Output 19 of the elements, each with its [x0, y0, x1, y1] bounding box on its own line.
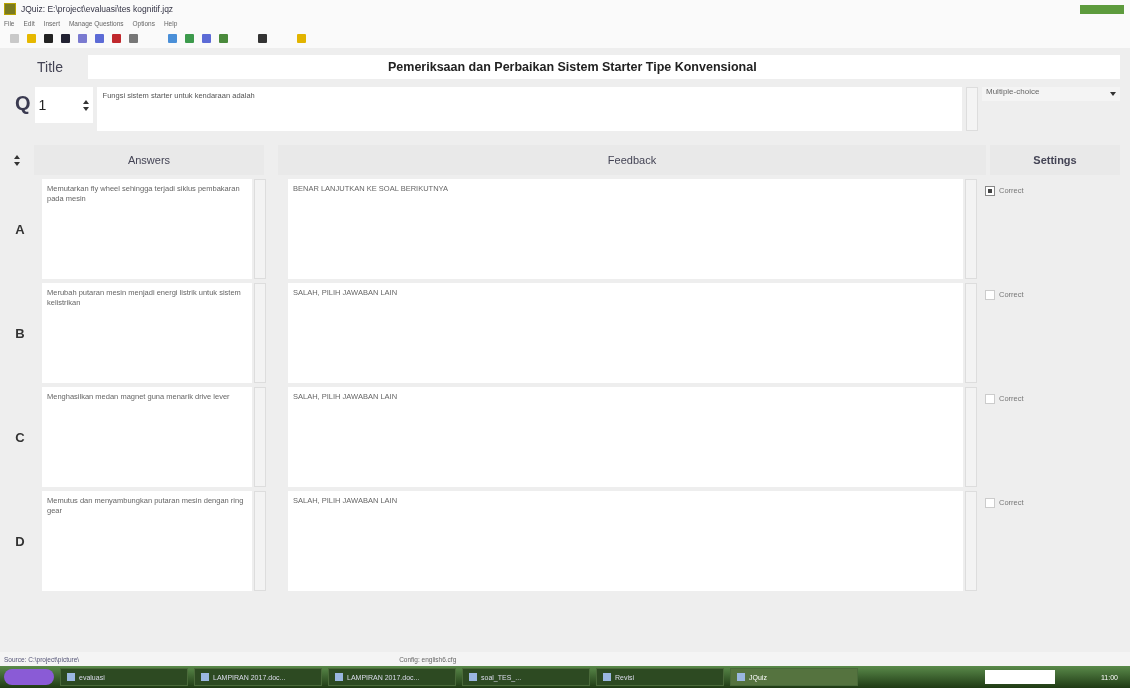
feedback-header: Feedback	[278, 145, 986, 175]
app-icon	[4, 3, 16, 15]
settings-header: Settings	[990, 145, 1120, 175]
answers-header: Answers	[34, 145, 264, 175]
reorder-icon[interactable]	[14, 154, 20, 166]
caret-icon[interactable]	[1110, 92, 1116, 96]
spinner-arrows-icon[interactable]	[82, 99, 89, 111]
start-button[interactable]	[4, 669, 54, 685]
question-number-spinner[interactable]: 1	[34, 87, 93, 123]
toolbar-icon[interactable]	[258, 33, 267, 43]
answer-letter: C	[14, 428, 26, 447]
answer-letter: B	[14, 324, 26, 343]
question-type-dropdown[interactable]: Multiple-choice	[982, 87, 1120, 101]
title-label: Title	[36, 59, 64, 75]
answer-letter: A	[14, 220, 26, 239]
title-field[interactable]: Pemeriksaan dan Perbaikan Sistem Starter Tipe Konvensional	[88, 55, 1120, 79]
question-label: Q	[15, 91, 31, 116]
window-title: JQuiz: E:\project\evaluasi\tes kognitif.jqz	[21, 4, 174, 14]
answer-letter: D	[14, 532, 26, 551]
